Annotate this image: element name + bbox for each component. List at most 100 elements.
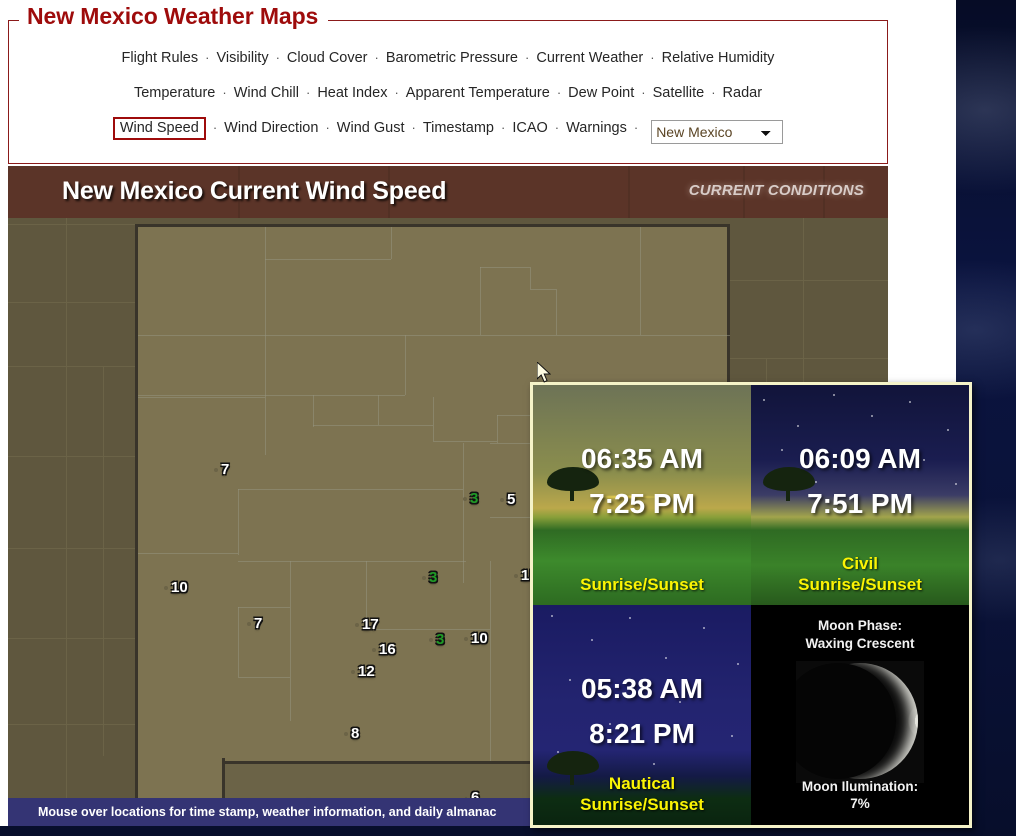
county-line bbox=[490, 561, 491, 761]
county-line bbox=[378, 395, 379, 425]
nautical-sunrise-sunset-quadrant: 05:38 AM 8:21 PM Nautical Sunrise/Sunset bbox=[533, 605, 751, 825]
nav-link-flight-rules[interactable]: Flight Rules bbox=[122, 50, 199, 66]
moon-illumination-caption: Moon Ilumination: 7% bbox=[751, 778, 969, 813]
station-reading[interactable]: 3 bbox=[422, 569, 438, 586]
county-line bbox=[433, 441, 497, 442]
nav-link-visibility[interactable]: Visibility bbox=[216, 50, 268, 66]
nav-link-dew-point[interactable]: Dew Point bbox=[568, 85, 634, 101]
nav-link-timestamp[interactable]: Timestamp bbox=[423, 120, 494, 136]
county-line bbox=[238, 677, 290, 678]
station-reading[interactable]: 3 bbox=[463, 491, 478, 506]
nav-link-satellite[interactable]: Satellite bbox=[653, 85, 705, 101]
nav-link-current-weather[interactable]: Current Weather bbox=[536, 50, 643, 66]
station-value: 7 bbox=[254, 615, 263, 632]
moon-phase-label: Moon Phase: bbox=[817, 618, 902, 633]
county-line bbox=[238, 607, 239, 677]
county-line bbox=[405, 335, 406, 395]
county-line bbox=[640, 227, 641, 335]
map-gridline bbox=[8, 302, 135, 303]
nav-link-temperature[interactable]: Temperature bbox=[134, 85, 215, 101]
sunrise-sunset-quadrant: 06:35 AM 7:25 PM Sunrise/Sunset bbox=[533, 385, 751, 605]
nautical-label-line2: Sunrise/Sunset bbox=[580, 794, 704, 814]
moon-illumination-value: 7% bbox=[850, 796, 870, 812]
moon-phase-icon bbox=[796, 661, 924, 783]
station-marker-icon bbox=[500, 498, 504, 502]
station-reading[interactable]: 5 bbox=[500, 492, 515, 507]
moon-illumination-label: Moon Ilumination: bbox=[801, 778, 919, 794]
daily-almanac-popup[interactable]: 06:35 AM 7:25 PM Sunrise/Sunset 06:09 AM… bbox=[530, 382, 972, 828]
nav-link-heat-index[interactable]: Heat Index bbox=[317, 85, 387, 101]
page-title: New Mexico Weather Maps bbox=[19, 3, 329, 30]
station-reading[interactable]: 17 bbox=[355, 617, 379, 632]
map-gridline bbox=[8, 638, 135, 639]
moon-phase-caption: Moon Phase: Waxing Crescent bbox=[751, 617, 969, 652]
nav-separator: · bbox=[394, 85, 399, 100]
nav-separator: · bbox=[305, 85, 311, 100]
state-select[interactable]: New Mexico bbox=[651, 120, 784, 144]
station-marker-icon bbox=[429, 638, 433, 642]
nav-link-wind-chill[interactable]: Wind Chill bbox=[234, 85, 299, 101]
nav-link-wind-speed[interactable]: Wind Speed bbox=[112, 117, 206, 140]
nav-separator: · bbox=[212, 120, 218, 135]
county-line bbox=[238, 489, 239, 555]
map-gridline bbox=[66, 218, 67, 798]
nav-link-radar[interactable]: Radar bbox=[723, 85, 763, 101]
station-value: 7 bbox=[221, 461, 230, 478]
nav-row-2: Temperature · Wind Chill · Heat Index · Appare… bbox=[9, 85, 887, 101]
nav-separator: · bbox=[556, 85, 562, 100]
station-reading[interactable]: 8 bbox=[344, 725, 360, 742]
station-marker-icon bbox=[344, 732, 348, 736]
county-line bbox=[480, 335, 730, 336]
station-marker-icon bbox=[463, 497, 467, 501]
station-reading[interactable]: 10 bbox=[164, 579, 188, 596]
nav-separator: · bbox=[633, 120, 639, 135]
county-line bbox=[238, 561, 466, 562]
nav-separator: · bbox=[650, 50, 655, 65]
nav-separator: · bbox=[411, 120, 416, 135]
nav-separator: · bbox=[500, 120, 506, 135]
county-line bbox=[238, 489, 463, 490]
nav-link-wind-direction[interactable]: Wind Direction bbox=[224, 120, 318, 136]
station-value: 10 bbox=[171, 579, 188, 596]
county-line bbox=[530, 289, 556, 290]
nav-link-barometric-pressure[interactable]: Barometric Pressure bbox=[386, 50, 518, 66]
station-marker-icon bbox=[355, 623, 359, 627]
nav-link-warnings[interactable]: Warnings bbox=[566, 120, 627, 136]
nav-link-cloud-cover[interactable]: Cloud Cover bbox=[287, 50, 368, 66]
nautical-sunrise-sunset-times: 05:38 AM 8:21 PM bbox=[533, 667, 751, 757]
station-reading[interactable]: 3 bbox=[429, 632, 444, 647]
county-line bbox=[463, 443, 464, 583]
station-value: 10 bbox=[471, 630, 488, 647]
county-line bbox=[265, 227, 266, 335]
sunset-time: 7:25 PM bbox=[589, 487, 695, 519]
nav-link-apparent-temperature[interactable]: Apparent Temperature bbox=[406, 85, 550, 101]
station-marker-icon bbox=[351, 670, 355, 674]
station-value: 3 bbox=[429, 569, 438, 586]
county-line bbox=[433, 397, 434, 441]
county-line bbox=[480, 267, 481, 335]
nautical-sunrise-sunset-label: Nautical Sunrise/Sunset bbox=[533, 773, 751, 816]
station-value: 6 bbox=[471, 789, 480, 798]
county-line bbox=[290, 561, 291, 721]
station-reading[interactable]: 7 bbox=[214, 461, 230, 478]
station-value: 8 bbox=[351, 725, 360, 742]
sunrise-time: 06:35 AM bbox=[581, 443, 703, 474]
nav-separator: · bbox=[374, 50, 379, 65]
station-reading[interactable]: 16 bbox=[372, 642, 396, 657]
station-reading[interactable]: 12 bbox=[351, 664, 375, 679]
civil-sunrise-time: 06:09 AM bbox=[799, 443, 921, 474]
nav-link-icao[interactable]: ICAO bbox=[512, 120, 547, 136]
civil-label-line1: Civil bbox=[842, 553, 878, 573]
station-reading[interactable]: 6 bbox=[464, 789, 480, 798]
station-reading[interactable]: 10 bbox=[464, 630, 488, 647]
civil-label-line2: Sunrise/Sunset bbox=[798, 574, 922, 594]
county-line bbox=[238, 607, 290, 608]
county-line bbox=[530, 267, 531, 289]
station-marker-icon bbox=[372, 648, 376, 652]
nav-link-relative-humidity[interactable]: Relative Humidity bbox=[662, 50, 775, 66]
county-line bbox=[138, 553, 238, 554]
nav-link-wind-gust[interactable]: Wind Gust bbox=[337, 120, 405, 136]
county-line bbox=[265, 259, 391, 260]
nav-separator: · bbox=[554, 120, 560, 135]
station-reading[interactable]: 7 bbox=[247, 615, 263, 632]
